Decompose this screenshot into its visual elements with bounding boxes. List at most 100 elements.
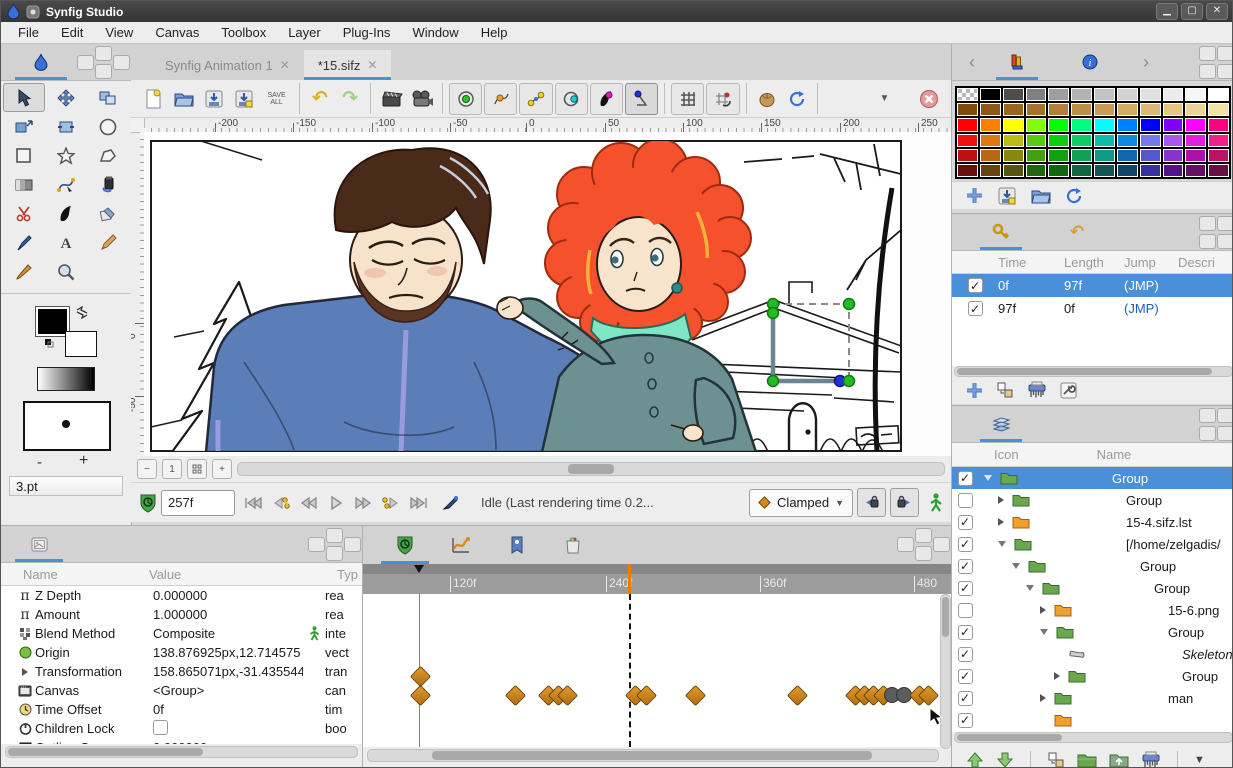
palette-color[interactable] <box>1071 133 1092 147</box>
dock-corner-widget[interactable] <box>1181 216 1232 249</box>
layer-row[interactable]: Group <box>952 489 1232 511</box>
palette-color[interactable] <box>1208 148 1229 162</box>
toggle-angle-handles-button[interactable] <box>625 82 659 115</box>
text-tool-button[interactable]: A <box>45 228 87 257</box>
palette-color[interactable] <box>1025 88 1047 102</box>
palette-color[interactable] <box>957 118 978 132</box>
star-tool-button[interactable] <box>45 141 87 170</box>
palette-color[interactable] <box>1071 148 1092 162</box>
palette-color[interactable] <box>1094 163 1115 177</box>
keyframe-properties-button[interactable] <box>1060 382 1077 399</box>
prev-frame-button[interactable] <box>295 490 321 516</box>
palette-color[interactable] <box>1094 118 1115 132</box>
palette-color[interactable] <box>979 133 1001 147</box>
layers-hscrollbar[interactable] <box>954 732 1232 743</box>
palette-color[interactable] <box>1025 133 1047 147</box>
next-frame-button[interactable] <box>351 490 377 516</box>
refresh-palette-button[interactable] <box>1065 187 1083 205</box>
delete-layer-button[interactable] <box>1141 751 1161 767</box>
close-button[interactable]: ✕ <box>1206 3 1228 20</box>
time-field[interactable]: 257f <box>161 489 235 516</box>
expand-right-icon[interactable] <box>998 496 1004 504</box>
toggle-tangent-handles-button[interactable] <box>519 82 553 115</box>
default-gradient[interactable] <box>37 367 95 391</box>
brush-size-field[interactable]: 3.pt <box>9 476 123 496</box>
dock-corner-widget[interactable] <box>1181 46 1232 79</box>
group-layer-button[interactable] <box>1077 752 1097 767</box>
palette-color[interactable] <box>1208 103 1229 117</box>
keyframes-tab[interactable] <box>976 214 1026 250</box>
layer-visibility-checkbox[interactable]: ✓ <box>957 580 973 596</box>
palette-color[interactable] <box>1185 163 1207 177</box>
raise-layer-button[interactable] <box>966 751 984 767</box>
toggle-vertex-handles-button[interactable] <box>484 82 518 115</box>
history-tab[interactable]: ↶ <box>1052 214 1102 250</box>
layer-visibility-checkbox[interactable] <box>957 602 973 618</box>
outline-color-swatch[interactable] <box>65 331 97 357</box>
menu-toolbox[interactable]: Toolbox <box>210 23 277 42</box>
dock-corner-widget[interactable] <box>897 528 950 561</box>
palette-color[interactable] <box>1025 118 1047 132</box>
palette-color[interactable] <box>1116 103 1138 117</box>
param-row[interactable]: Children Lock boo <box>1 719 362 738</box>
params-hscrollbar[interactable] <box>5 746 358 758</box>
layer-row[interactable]: ✓ <box>952 709 1232 731</box>
param-value[interactable]: 0.000000 <box>153 588 303 603</box>
palette-color[interactable] <box>1139 88 1161 102</box>
layer-row[interactable]: ✓ Group <box>952 555 1232 577</box>
polygon-tool-button[interactable] <box>87 141 129 170</box>
palette-color[interactable] <box>1048 133 1070 147</box>
canvas-hscrollbar[interactable] <box>237 462 945 476</box>
palette-tab[interactable] <box>992 44 1042 80</box>
timetrack-ruler[interactable]: 120f 240f 360f 480 <box>363 564 951 594</box>
expand-down-icon[interactable] <box>1040 629 1048 635</box>
waypoint-diamond[interactable] <box>409 665 431 687</box>
interpolation-dropdown[interactable]: Clamped ▼ <box>749 488 853 517</box>
palette-color[interactable] <box>1025 103 1047 117</box>
fill-tool-button[interactable] <box>87 170 129 199</box>
toggle-position-handles-button[interactable] <box>449 82 483 115</box>
stop-button[interactable] <box>915 84 943 114</box>
keyframe-row[interactable]: ✓ 0f 97f (JMP) <box>952 274 1232 297</box>
library-tab[interactable] <box>489 526 545 564</box>
palette-color[interactable] <box>1002 103 1024 117</box>
info-tab[interactable]: i <box>1060 44 1120 80</box>
toggle-radius-handles-button[interactable] <box>554 82 588 115</box>
palette-color[interactable] <box>1094 148 1115 162</box>
expand-right-icon[interactable] <box>1040 694 1046 702</box>
param-row[interactable]: Origin 138.876925px,12.714575 vect <box>1 643 362 662</box>
toggle-grid-button[interactable] <box>671 82 705 115</box>
mirror-tool-button[interactable] <box>87 83 129 112</box>
expand-down-icon[interactable] <box>998 541 1006 547</box>
menu-file[interactable]: File <box>7 23 50 42</box>
expand-right-icon[interactable] <box>1040 606 1046 614</box>
palette-color[interactable] <box>957 133 978 147</box>
swap-colors-icon[interactable] <box>75 306 89 319</box>
maximize-button[interactable]: ▢ <box>1181 3 1203 20</box>
paint-tool-button[interactable] <box>87 199 129 228</box>
palette-color[interactable] <box>1094 103 1115 117</box>
palette-color[interactable] <box>1002 133 1024 147</box>
layer-row[interactable]: ✓ Skeleton <box>952 643 1232 665</box>
keyframe-checkbox[interactable]: ✓ <box>967 278 983 293</box>
palette-color[interactable] <box>1116 133 1138 147</box>
metadata-tab[interactable] <box>545 526 601 564</box>
lock-future-keyframe-button[interactable] <box>890 488 919 517</box>
expand-right-icon[interactable] <box>998 518 1004 526</box>
palette-color[interactable] <box>1048 88 1070 102</box>
param-value[interactable]: 158.865071px,-31.435544 <box>153 664 303 679</box>
seek-end-button[interactable] <box>407 490 433 516</box>
layer-visibility-checkbox[interactable]: ✓ <box>957 470 973 486</box>
layer-menu-dropdown-button[interactable]: ▼ <box>1194 754 1205 766</box>
seek-begin-button[interactable] <box>239 490 265 516</box>
palette-color[interactable] <box>1071 118 1092 132</box>
expand-down-icon[interactable] <box>984 475 992 481</box>
palette-color[interactable] <box>1116 148 1138 162</box>
layer-visibility-checkbox[interactable]: ✓ <box>957 558 973 574</box>
scale-tool-button[interactable] <box>3 112 45 141</box>
palette-color[interactable] <box>1071 88 1092 102</box>
circle-tool-button[interactable] <box>87 112 129 141</box>
param-row[interactable]: π Z Depth 0.000000 rea <box>1 586 362 605</box>
palette-color[interactable] <box>1002 118 1024 132</box>
layer-visibility-checkbox[interactable]: ✓ <box>957 646 973 662</box>
